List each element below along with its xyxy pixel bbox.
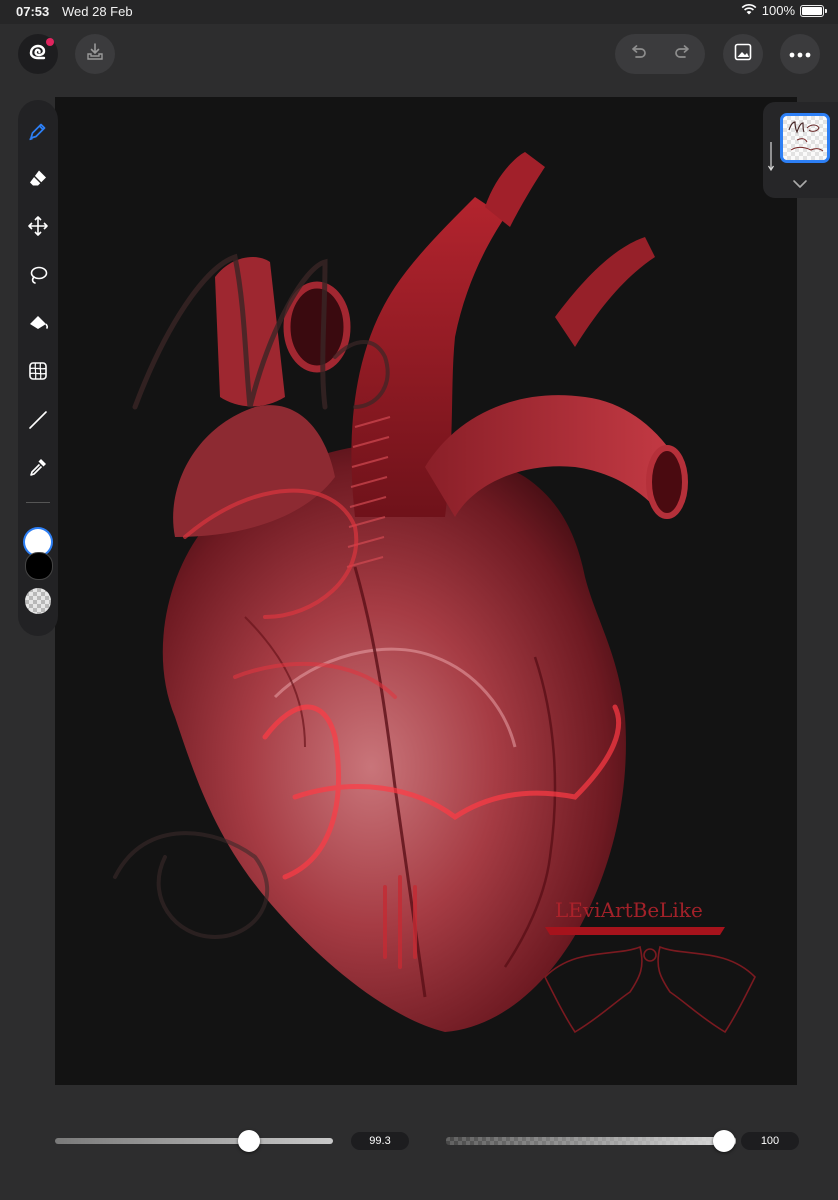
redo-icon[interactable] bbox=[673, 42, 693, 67]
heart-pulmonary-artery bbox=[425, 395, 675, 517]
battery-icon bbox=[800, 4, 827, 17]
layer-order-arrow-icon bbox=[767, 140, 778, 174]
opacity-slider-track[interactable] bbox=[446, 1137, 736, 1145]
status-bar: 07:53 Wed 28 Feb 100% bbox=[0, 0, 838, 24]
signature-logo: LEviArtBeLike bbox=[544, 898, 756, 1034]
status-right: 100% bbox=[741, 3, 827, 18]
chevron-down-icon[interactable] bbox=[792, 176, 808, 194]
fill-icon bbox=[27, 312, 49, 339]
status-date: Wed 28 Feb bbox=[62, 4, 133, 19]
tools-panel bbox=[18, 100, 58, 636]
drawing-canvas[interactable]: LEviArtBeLike bbox=[55, 97, 797, 1085]
brush-size-value: 99.3 bbox=[351, 1132, 409, 1150]
secondary-color-swatch[interactable] bbox=[25, 552, 53, 580]
wifi-icon bbox=[741, 3, 757, 18]
export-button[interactable] bbox=[75, 34, 115, 74]
layer-preview bbox=[788, 121, 824, 152]
opacity-value: 100 bbox=[741, 1132, 799, 1150]
brush-tool[interactable] bbox=[26, 121, 50, 145]
more-button[interactable] bbox=[780, 34, 820, 74]
eraser-icon bbox=[27, 167, 49, 194]
eyedropper-icon bbox=[27, 456, 49, 483]
status-time: 07:53 bbox=[16, 4, 50, 19]
gallery-icon bbox=[733, 42, 753, 67]
transparent-color-swatch[interactable] bbox=[25, 588, 51, 614]
move-tool[interactable] bbox=[26, 215, 50, 242]
eyedropper-tool[interactable] bbox=[26, 457, 50, 481]
undo-icon[interactable] bbox=[628, 42, 648, 67]
notification-dot bbox=[46, 38, 54, 46]
lasso-icon bbox=[27, 264, 49, 291]
opacity-slider-thumb[interactable] bbox=[713, 1130, 735, 1152]
tools-divider bbox=[26, 502, 50, 503]
lasso-tool[interactable] bbox=[26, 265, 50, 289]
pen-icon bbox=[27, 120, 49, 147]
heart-vessel-branch bbox=[555, 237, 655, 347]
grid-transform-icon bbox=[27, 360, 49, 387]
drawing-app: 07:53 Wed 28 Feb 100% LEviArtBeLike 99.3… bbox=[0, 0, 838, 1200]
undo-redo-group bbox=[615, 34, 705, 74]
transform-tool[interactable] bbox=[26, 361, 50, 385]
fill-tool[interactable] bbox=[26, 313, 50, 337]
layer-thumbnail[interactable] bbox=[780, 113, 830, 163]
move-icon bbox=[27, 215, 49, 242]
artwork: LEviArtBeLike bbox=[113, 152, 756, 1034]
svg-text:LEviArtBeLike: LEviArtBeLike bbox=[555, 898, 703, 922]
battery-percent: 100% bbox=[761, 3, 795, 18]
eraser-tool[interactable] bbox=[26, 168, 50, 192]
creative-cloud-button[interactable] bbox=[18, 34, 58, 74]
export-icon bbox=[84, 41, 106, 68]
brush-size-slider-thumb[interactable] bbox=[238, 1130, 260, 1152]
heart-vessel-opening-right bbox=[646, 445, 688, 519]
line-icon bbox=[27, 409, 49, 436]
line-tool[interactable] bbox=[26, 410, 50, 434]
more-icon bbox=[789, 45, 811, 63]
gallery-button[interactable] bbox=[723, 34, 763, 74]
brush-size-slider-track[interactable] bbox=[55, 1138, 333, 1144]
layers-panel bbox=[763, 102, 838, 198]
